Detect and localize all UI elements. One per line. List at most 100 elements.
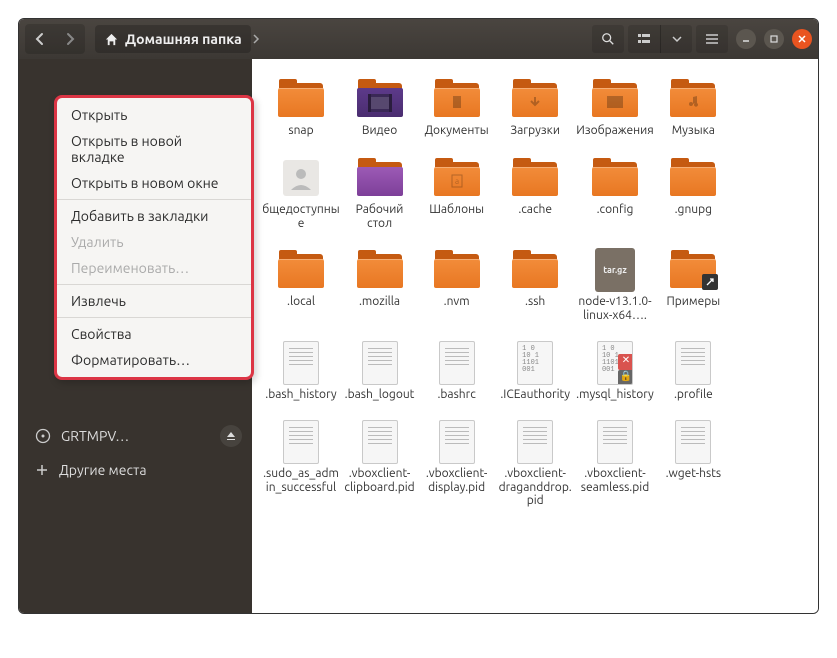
archive-icon: tar.gz [595,248,635,292]
folder-mozilla[interactable]: .mozilla [342,248,417,323]
ctx-rename: Переименовать… [57,255,251,281]
folder-video[interactable]: Видео [342,77,417,138]
folder-examples[interactable]: Примеры [656,248,731,323]
folder-nvm[interactable]: .nvm [419,248,494,323]
search-button[interactable] [592,25,624,53]
breadcrumb[interactable]: Домашняя папка [95,25,251,53]
ctx-open-window[interactable]: Открыть в новом окне [57,170,251,196]
file-label: .bash_logout [345,388,415,402]
file-label: Шаблоны [429,203,484,217]
text-file-icon [675,420,711,464]
file-sudo[interactable]: .sudo_as_admin_successful [262,420,340,508]
file-vbox-display[interactable]: .vboxclient-display.pid [419,420,494,508]
file-bash-history[interactable]: .bash_history [262,341,340,402]
folder-ssh[interactable]: .ssh [496,248,574,323]
folder-snap[interactable]: snap [262,77,340,138]
folder-music[interactable]: Музыка [656,77,731,138]
file-label: .gnupg [675,203,712,217]
ctx-format[interactable]: Форматировать… [57,347,251,373]
disc-icon [35,428,51,444]
sidebar-device-label: GRTMPV… [61,428,129,444]
folder-templates[interactable]: a Шаблоны [419,156,494,231]
eject-button[interactable] [220,425,242,447]
file-label: бщедоступные [262,203,340,231]
file-label: Видео [362,124,397,138]
close-button[interactable] [792,29,812,49]
file-mysql-history[interactable]: 1 010 11101001🔒✕ .mysql_history [576,341,654,402]
ctx-properties[interactable]: Свойства [57,321,251,347]
binary-file-icon: 1 010 11101001🔒✕ [597,341,633,385]
hamburger-menu-button[interactable] [696,25,728,53]
plus-icon [35,463,49,477]
file-label: .vboxclient-draganddrop.pid [496,467,574,508]
text-file-icon [283,420,319,464]
folder-documents[interactable]: Документы [419,77,494,138]
chevron-down-icon [672,34,682,44]
file-vbox-seamless[interactable]: .vboxclient-seamless.pid [576,420,654,508]
eject-icon [226,431,236,441]
text-file-icon [439,341,475,385]
text-file-icon [362,420,398,464]
svg-text:a: a [455,177,459,186]
folder-gnupg[interactable]: .gnupg [656,156,731,231]
ctx-open[interactable]: Открыть [57,102,251,128]
file-bash-logout[interactable]: .bash_logout [342,341,417,402]
file-label: .bash_history [265,388,336,402]
file-label: .vboxclient-clipboard.pid [342,467,417,495]
file-label: .wget-hsts [666,467,722,481]
view-options-button[interactable] [660,25,692,53]
file-node-archive[interactable]: tar.gz node-v13.1.0-linux-x64…. [576,248,654,323]
folder-public[interactable]: бщедоступные [262,156,340,231]
hamburger-icon [705,33,719,45]
sidebar-device[interactable]: GRTMPV… [19,419,252,453]
chevron-right-icon [251,34,271,44]
file-label: .nvm [444,295,470,309]
back-button[interactable] [25,24,55,54]
file-label: Примеры [667,295,721,309]
file-label: .mysql_history [576,388,654,402]
titlebar: Домашняя папка [19,19,818,59]
folder-downloads[interactable]: Загрузки [496,77,574,138]
folder-pictures[interactable]: Изображения [576,77,654,138]
file-label: .local [287,295,315,309]
image-icon [607,96,623,108]
film-icon [368,94,392,112]
folder-local[interactable]: .local [262,248,340,323]
list-view-icon [637,32,651,46]
file-wget-hsts[interactable]: .wget-hsts [656,420,731,508]
file-label: .cache [518,203,552,217]
error-emblem-icon: ✕ [618,354,633,370]
file-ice-authority[interactable]: 1 010 11101001.ICEauthority [496,341,574,402]
file-label: .vboxclient-display.pid [419,467,494,495]
search-icon [601,32,615,46]
ctx-open-tab[interactable]: Открыть в новой вкладке [57,128,251,170]
file-label: node-v13.1.0-linux-x64…. [576,295,654,323]
nav-group [25,24,85,54]
forward-button[interactable] [55,24,85,54]
folder-desktop[interactable]: Рабочий стол [342,156,417,231]
ctx-eject[interactable]: Извлечь [57,288,251,314]
maximize-icon [769,34,779,44]
lock-emblem-icon: 🔒 [618,370,633,385]
file-label: Рабочий стол [342,203,417,231]
maximize-button[interactable] [764,29,784,49]
sidebar-other-locations[interactable]: Другие места [19,453,252,487]
file-vbox-clipboard[interactable]: .vboxclient-clipboard.pid [342,420,417,508]
binary-file-icon: 1 010 11101001 [517,341,553,385]
text-file-icon [597,420,633,464]
ctx-bookmark[interactable]: Добавить в закладки [57,203,251,229]
file-profile[interactable]: .profile [656,341,731,402]
minimize-button[interactable] [736,29,756,49]
file-vbox-dnd[interactable]: .vboxclient-draganddrop.pid [496,420,574,508]
file-label: .mozilla [359,295,400,309]
list-view-button[interactable] [628,25,660,53]
folder-cache[interactable]: .cache [496,156,574,231]
sidebar-other-label: Другие места [59,462,147,478]
path-label: Домашняя папка [125,31,242,47]
file-label: .config [597,203,634,217]
file-label: .profile [674,388,713,402]
file-label: .bashrc [437,388,475,402]
folder-config[interactable]: .config [576,156,654,231]
file-bashrc[interactable]: .bashrc [419,341,494,402]
text-file-icon [283,341,319,385]
